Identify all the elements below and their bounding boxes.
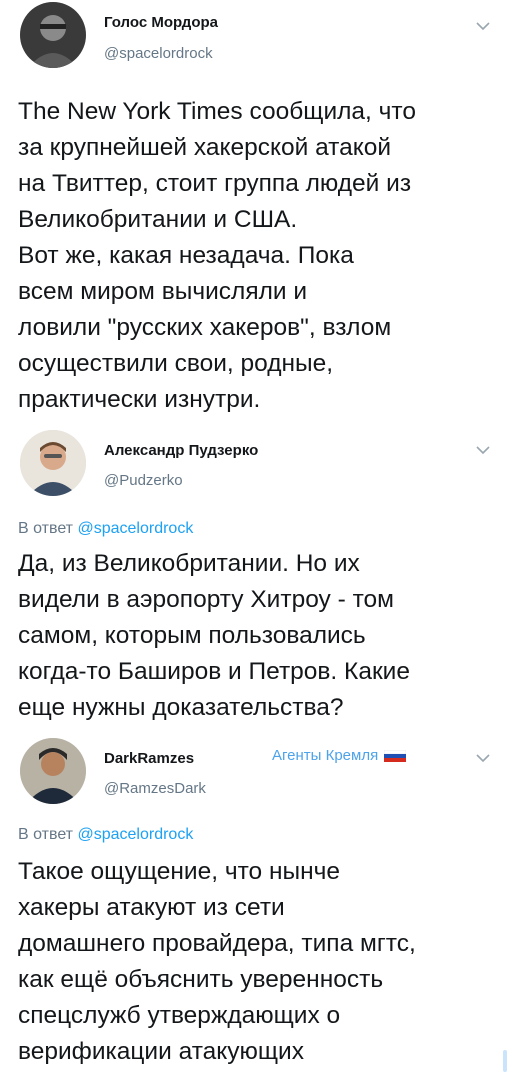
author-handle[interactable]: @Pudzerko	[104, 472, 183, 489]
tweet-text: The New York Times сообщила, что за круп…	[18, 98, 417, 413]
list-badge[interactable]: Агенты Кремля	[272, 747, 407, 764]
chevron-down-icon[interactable]	[475, 750, 491, 766]
avatar[interactable]	[20, 738, 86, 804]
tweet-text: Да, из Великобритании. Но их видели в аэ…	[18, 550, 410, 721]
reply-context: В ответ @spacelordrock	[18, 826, 193, 844]
author-handle[interactable]: @RamzesDark	[104, 780, 206, 797]
reply-prefix: В ответ	[18, 826, 74, 843]
author-name[interactable]: Голос Мордора	[104, 14, 218, 31]
scroll-indicator[interactable]	[503, 1050, 507, 1072]
list-badge-label: Агенты Кремля	[272, 747, 379, 764]
chevron-down-icon[interactable]	[475, 442, 491, 458]
avatar[interactable]	[20, 2, 86, 68]
russia-flag-icon	[384, 749, 407, 762]
tweet[interactable]: Голос Мордора @spacelordrock The New Yor…	[0, 0, 515, 430]
reply-mention-link[interactable]: @spacelordrock	[77, 826, 193, 843]
avatar-image	[20, 2, 86, 68]
reply-prefix: В ответ	[18, 520, 74, 537]
avatar-image	[20, 430, 86, 496]
chevron-down-icon[interactable]	[475, 18, 491, 34]
tweet[interactable]: DarkRamzes Агенты Кремля @RamzesDark В о…	[0, 732, 515, 1080]
reply-mention-link[interactable]: @spacelordrock	[77, 520, 193, 537]
reply-context: В ответ @spacelordrock	[18, 520, 193, 538]
tweet[interactable]: Александр Пудзерко @Pudzerko В ответ @sp…	[0, 426, 515, 728]
author-name[interactable]: DarkRamzes	[104, 750, 194, 767]
author-name[interactable]: Александр Пудзерко	[104, 442, 258, 459]
avatar[interactable]	[20, 430, 86, 496]
tweet-text: Такое ощущение, что нынче хакеры атакуют…	[18, 858, 416, 1065]
avatar-image	[20, 738, 86, 804]
author-handle[interactable]: @spacelordrock	[104, 45, 213, 62]
